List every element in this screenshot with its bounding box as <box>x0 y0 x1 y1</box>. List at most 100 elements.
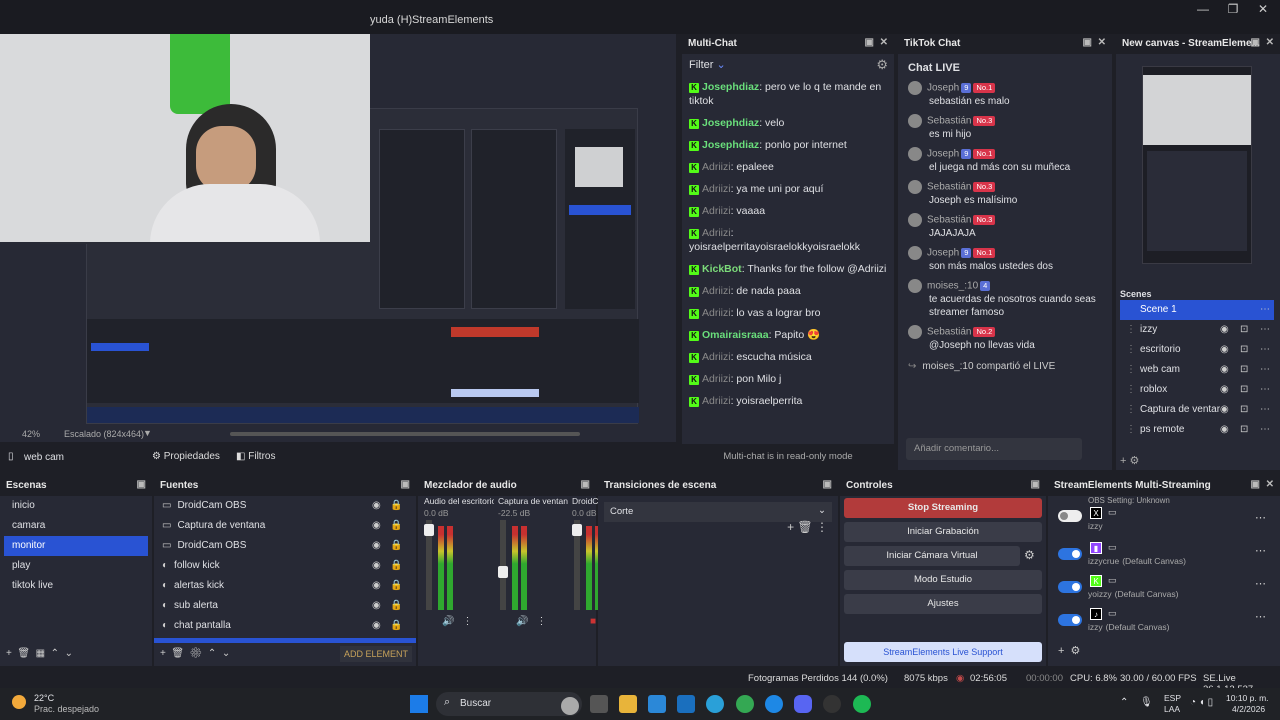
taskview-icon[interactable] <box>590 695 608 713</box>
tiktok-user[interactable]: Joseph <box>927 83 959 94</box>
source-item[interactable]: ◐ sub alerta ◉ 🔒 <box>154 596 416 616</box>
settings-button[interactable]: Ajustes <box>844 594 1042 614</box>
filter-button[interactable]: Filter ⌄ <box>689 59 726 71</box>
toggle-switch[interactable] <box>1058 614 1082 626</box>
avatar[interactable] <box>908 114 922 128</box>
transition-add-icon[interactable]: + 🗑 ⋮ <box>787 520 828 534</box>
more-icon[interactable]: ⋯ <box>1260 320 1270 340</box>
lock-icon[interactable]: ⊡ <box>1240 400 1248 420</box>
float-icon[interactable]: ▣ <box>823 479 832 490</box>
canvas-scene-item[interactable]: ⋮ web cam ◉ ⊡ ⋯ <box>1120 360 1274 380</box>
toggle-switch[interactable] <box>1058 581 1082 593</box>
tiktok-user[interactable]: moises_:10 <box>927 281 978 292</box>
source-item[interactable]: ◐ chat pantalla ◉ 🔒 <box>154 616 416 636</box>
chat-user[interactable]: Adriizi <box>702 183 731 195</box>
multistream-add-icon[interactable]: + ⚙ <box>1058 644 1080 657</box>
eye-icon[interactable]: ◉ <box>372 496 381 516</box>
more-icon[interactable]: ⋯ <box>1260 340 1270 360</box>
scene-item[interactable]: tiktok live <box>4 576 148 596</box>
chrome-icon[interactable] <box>736 695 754 713</box>
more-icon[interactable]: ⋯ <box>1260 300 1270 320</box>
lock-icon[interactable]: ⊡ <box>1240 420 1248 440</box>
chat-user[interactable]: Omairaisraaa <box>702 329 769 341</box>
tiktok-user[interactable]: Joseph <box>927 248 959 259</box>
tiktok-user[interactable]: Sebastián <box>927 116 971 127</box>
close-icon[interactable]: ✕ <box>1266 37 1274 48</box>
scene-item[interactable]: monitor <box>4 536 148 556</box>
scene-item[interactable]: inicio <box>4 496 148 516</box>
scene-item[interactable]: camara <box>4 516 148 536</box>
chat-user[interactable]: Adriizi <box>702 227 731 239</box>
eye-icon[interactable]: ◉ <box>1220 320 1229 340</box>
more-icon[interactable]: ⋯ <box>1255 577 1266 590</box>
eye-icon[interactable]: ◉ <box>372 596 381 616</box>
avatar[interactable] <box>908 147 922 161</box>
more-icon[interactable]: ⋯ <box>1260 400 1270 420</box>
chat-user[interactable]: Adriizi <box>702 307 731 319</box>
speaker-icon[interactable]: 🔊 <box>442 616 454 627</box>
float-icon[interactable]: ▣ <box>401 479 410 490</box>
lang-top[interactable]: ESP <box>1164 693 1181 703</box>
close-icon[interactable]: ✕ <box>880 37 888 48</box>
wifi-volume-icon[interactable]: ◔ ◖ ▯ <box>1190 697 1213 708</box>
telegram-icon[interactable] <box>706 695 724 713</box>
chat-user[interactable]: Adriizi <box>702 373 731 385</box>
gear-icon[interactable]: ⚙ <box>876 57 888 73</box>
volume-slider-handle[interactable] <box>498 566 508 578</box>
lock-icon[interactable]: 🔒 <box>390 616 402 636</box>
clock-time[interactable]: 10:10 p. m. <box>1226 693 1269 703</box>
close-icon[interactable]: ✕ <box>1098 37 1106 48</box>
speaker-icon[interactable]: 🔊 <box>516 616 528 627</box>
folder-icon[interactable] <box>619 695 637 713</box>
tiktok-user[interactable]: Joseph <box>927 149 959 160</box>
tiktok-user[interactable]: Sebastián <box>927 327 971 338</box>
scene-toolbar[interactable]: + 🗑 ▦ ⌃ ⌄ <box>6 648 73 659</box>
spotify-icon[interactable] <box>853 695 871 713</box>
chevron-down-icon[interactable]: ▼ <box>143 428 152 438</box>
eye-icon[interactable]: ◉ <box>372 556 381 576</box>
more-icon[interactable]: ⋯ <box>1255 610 1266 623</box>
canvas-scene-item[interactable]: ⋮ Captura de ventar ◉ ⊡ ⋯ <box>1120 400 1274 420</box>
lock-icon[interactable]: 🔒 <box>390 536 402 556</box>
tiktok-user[interactable]: Sebastián <box>927 182 971 193</box>
canvas-scene-item[interactable]: ⋮ ps remote ◉ ⊡ ⋯ <box>1120 420 1274 440</box>
lock-icon[interactable]: 🔒 <box>390 516 402 536</box>
float-icon[interactable]: ▣ <box>581 479 590 490</box>
float-icon[interactable]: ▣ <box>1083 37 1092 48</box>
lock-icon[interactable]: ⊡ <box>1240 340 1248 360</box>
studio-mode-button[interactable]: Modo Estudio <box>844 570 1042 590</box>
chat-user[interactable]: Adriizi <box>702 395 731 407</box>
scene-item[interactable]: play <box>4 556 148 576</box>
canvas-scene-item[interactable]: ⋮ escritorio ◉ ⊡ ⋯ <box>1120 340 1274 360</box>
more-icon[interactable]: ⋯ <box>1255 544 1266 557</box>
source-item[interactable]: ◐ alertas kick ◉ 🔒 <box>154 576 416 596</box>
close-icon[interactable]: ✕ <box>1266 479 1274 490</box>
close-button[interactable]: ✕ <box>1248 2 1278 16</box>
toggle-switch[interactable] <box>1058 510 1082 522</box>
properties-button[interactable]: ⚙ Propiedades <box>146 449 226 467</box>
preview-canvas[interactable]: 42% Escalado (824x464) ▼ <box>0 34 676 442</box>
lock-icon[interactable]: ⊡ <box>1240 320 1248 340</box>
eye-icon[interactable]: ◉ <box>1220 400 1229 420</box>
lock-icon[interactable]: ⊡ <box>1240 360 1248 380</box>
transition-select[interactable]: Corte ⌄ <box>604 502 832 522</box>
maximize-button[interactable]: ❐ <box>1218 2 1248 16</box>
volume-slider[interactable] <box>500 520 506 610</box>
more-icon[interactable]: ⋯ <box>1255 511 1266 524</box>
drag-handle-icon[interactable]: ⋮ <box>1126 380 1136 400</box>
volume-slider-handle[interactable] <box>424 524 434 536</box>
canvas-scene-item[interactable]: Scene 1 ⋯ <box>1120 300 1274 320</box>
canvas-scene-item[interactable]: ⋮ roblox ◉ ⊡ ⋯ <box>1120 380 1274 400</box>
source-selected-partial[interactable] <box>154 638 416 643</box>
vscode-icon[interactable] <box>677 695 695 713</box>
chat-user[interactable]: Adriizi <box>702 285 731 297</box>
eye-icon[interactable]: ◉ <box>372 576 381 596</box>
drag-handle-icon[interactable]: ⋮ <box>1126 360 1136 380</box>
clock-date[interactable]: 4/2/2026 <box>1232 704 1265 714</box>
mic-icon[interactable]: 🎙 <box>1140 697 1153 708</box>
more-icon[interactable]: ⋯ <box>1260 380 1270 400</box>
discord-icon[interactable] <box>794 695 812 713</box>
zoom-level[interactable]: 42% <box>22 429 40 439</box>
chat-user[interactable]: Josephdiaz <box>702 81 759 93</box>
add-icon[interactable]: + ⚙ <box>1120 454 1139 467</box>
